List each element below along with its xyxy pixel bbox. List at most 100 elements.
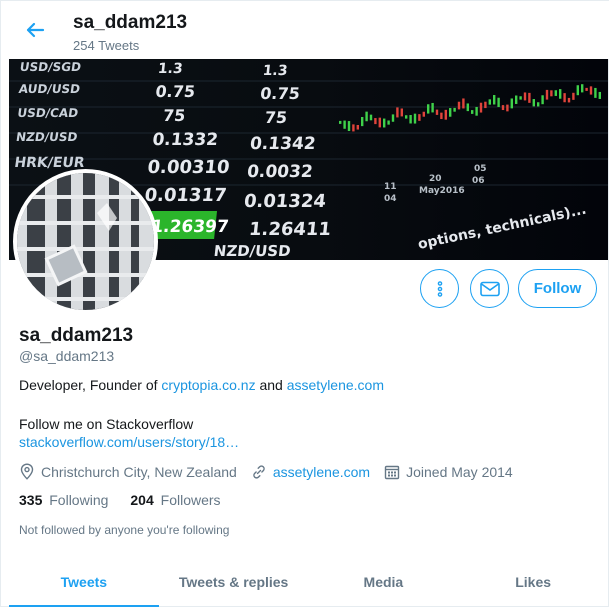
banner-bid: 0.01317	[144, 185, 228, 206]
more-dots-icon	[437, 280, 442, 297]
bio-link-assetylene[interactable]: assetylene.com	[287, 377, 384, 393]
banner-ticker: NZD/USD	[213, 242, 292, 260]
website[interactable]: assetylene.com	[251, 464, 370, 480]
envelope-icon	[479, 281, 500, 296]
banner-bid-highlight: 1.26397	[150, 217, 229, 237]
banner-candle	[409, 115, 412, 124]
banner-candle	[400, 108, 403, 117]
banner-pair-label: HRK/EUR	[13, 155, 85, 171]
banner-candle	[431, 102, 434, 113]
avatar[interactable]	[13, 169, 158, 314]
banner-candle	[515, 95, 518, 104]
banner-candle	[471, 110, 474, 114]
banner-candle	[339, 120, 342, 124]
banner-candle	[554, 90, 557, 96]
back-arrow-icon[interactable]	[23, 18, 47, 42]
tab-tweets[interactable]: Tweets	[9, 557, 159, 607]
banner-candle	[462, 98, 465, 109]
banner-candle	[479, 102, 483, 113]
banner-candle	[572, 92, 575, 100]
banner-candle	[405, 115, 408, 119]
banner-candle	[563, 93, 566, 103]
banner-candle	[532, 99, 535, 107]
banner-candle	[422, 111, 425, 117]
banner-ask: 0.75	[259, 84, 300, 103]
tweet-count: 254 Tweets	[73, 38, 140, 53]
joined-date: Joined May 2014	[384, 464, 513, 480]
banner-candle	[576, 85, 579, 96]
profile-tabs: Tweets Tweets & replies Media Likes	[9, 557, 608, 607]
location-text: Christchurch City, New Zealand	[41, 463, 237, 480]
banner-ask: 75	[264, 108, 288, 127]
calendar-icon	[384, 465, 400, 479]
tab-likes[interactable]: Likes	[458, 557, 608, 607]
tab-media[interactable]: Media	[309, 557, 459, 607]
banner-candle	[347, 121, 351, 132]
banner-candle	[581, 84, 584, 93]
banner-candle	[501, 105, 505, 111]
banner-candle	[457, 101, 461, 110]
profile-page: sa_ddam213 254 Tweets USD/SGD AUD/USD US…	[0, 0, 609, 607]
banner-candle	[510, 98, 513, 109]
banner-ask: 0.1342	[249, 134, 317, 154]
banner-candle	[488, 99, 491, 105]
profile-name: sa_ddam213	[19, 325, 134, 346]
following-label: Following	[49, 492, 109, 508]
banner-bid: 75	[162, 106, 186, 125]
website-link[interactable]: assetylene.com	[273, 464, 370, 480]
banner-pair-label: USD/SGD	[19, 60, 82, 74]
more-options-button[interactable]	[420, 269, 459, 308]
followers-label: Followers	[160, 492, 221, 508]
banner-candle	[484, 101, 487, 109]
header-title: sa_ddam213	[73, 12, 188, 33]
banner-candle	[343, 120, 346, 129]
following-number: 335	[19, 492, 43, 508]
banner-candle	[567, 97, 571, 103]
banner-candle	[559, 89, 562, 99]
banner-candle	[383, 118, 386, 128]
banner-candle	[537, 102, 540, 107]
banner-date: 06	[472, 176, 485, 186]
bio-link-stackoverflow[interactable]: stackoverflow.com/users/story/18…	[19, 434, 239, 450]
banner-candle	[444, 109, 447, 120]
bio-text: Developer, Founder of	[19, 377, 162, 393]
banner-candle	[475, 106, 478, 116]
banner-candle	[391, 114, 395, 122]
banner-candle	[418, 114, 421, 121]
profile-meta: Christchurch City, New Zealand assetylen…	[19, 463, 527, 480]
banner-candle	[506, 104, 509, 112]
tab-tweets-replies[interactable]: Tweets & replies	[159, 557, 309, 607]
banner-candle	[440, 112, 443, 120]
bio-link-stackoverflow-text[interactable]: stackoverflow.com/users/story/18…	[19, 434, 239, 450]
banner-candle	[528, 92, 531, 103]
banner-bid: 0.00310	[146, 157, 230, 178]
banner-candle	[466, 103, 469, 112]
banner-candle	[396, 107, 399, 118]
banner-date: 20	[429, 174, 442, 184]
banner-candle	[493, 95, 496, 105]
banner-pair-label: NZD/USD	[15, 130, 78, 144]
not-followed-note: Not followed by anyone you're following	[19, 523, 230, 537]
banner-ask: 0.0032	[246, 162, 314, 182]
banner-candle	[427, 104, 430, 114]
banner-candle	[453, 107, 456, 112]
followers-number: 204	[130, 492, 154, 508]
banner-bid: 0.75	[155, 82, 196, 101]
follow-button[interactable]: Follow	[518, 269, 597, 308]
banner-ask: 1.26411	[248, 219, 332, 240]
profile-header: sa_ddam213 254 Tweets	[9, 1, 609, 59]
bio-link-cryptopia[interactable]: cryptopia.co.nz	[161, 377, 255, 393]
banner-bid: 1.3	[157, 61, 183, 77]
banner-candle	[361, 116, 364, 127]
banner-candle	[413, 113, 417, 124]
banner-candle	[369, 114, 373, 121]
banner-ask: 0.01324	[243, 191, 327, 212]
message-button[interactable]	[470, 269, 509, 308]
banner-candle	[541, 95, 544, 105]
following-count[interactable]: 335 Following	[19, 492, 108, 508]
banner-candle	[550, 90, 553, 97]
followers-count[interactable]: 204 Followers	[130, 492, 220, 508]
banner-candle	[523, 92, 527, 101]
location-pin-icon	[20, 463, 34, 480]
banner-candle	[519, 96, 522, 100]
